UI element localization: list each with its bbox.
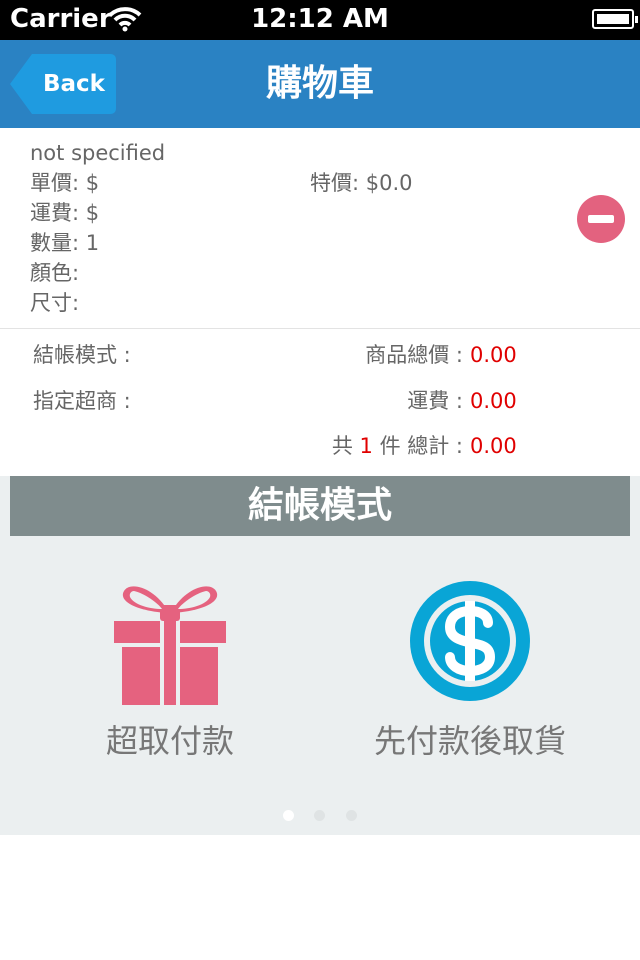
grand-total-value: 0.00 <box>470 434 517 458</box>
option-prepay[interactable]: 先付款後取貨 <box>350 581 590 760</box>
dollar-coin-icon <box>410 581 530 701</box>
checkout-mode-label: 結帳模式 : <box>33 343 131 367</box>
status-bar: Carrier 12:12 AM <box>0 0 640 40</box>
battery-icon <box>592 9 638 29</box>
item-quantity: 數量: 1 <box>30 231 100 255</box>
item-shipping: 運費: $ <box>30 201 100 225</box>
option-pickup-payment[interactable]: 超取付款 <box>70 581 270 760</box>
item-color: 顏色: <box>30 261 80 285</box>
count-prefix: 共 <box>331 434 353 458</box>
item-name: not specified <box>30 141 166 165</box>
remove-item-button[interactable] <box>577 195 625 243</box>
checkout-mode-panel: 結帳模式 超取付款 先付款後取貨 <box>0 476 640 835</box>
status-time: 12:12 AM <box>251 4 389 34</box>
item-count: 1 <box>359 434 373 458</box>
page-dot-1[interactable] <box>283 810 294 821</box>
cart-item: not specified 單價: $ 特價: $0.0 運費: $ 數量: 1… <box>0 128 640 328</box>
item-special-price: 特價: $0.0 <box>310 171 413 195</box>
item-unit-price: 單價: $ <box>30 171 100 195</box>
navigation-bar: 購物車 Back <box>0 40 640 128</box>
gift-icon <box>114 586 226 705</box>
option-pickup-payment-label: 超取付款 <box>105 722 234 760</box>
goods-total-value: 0.00 <box>470 343 517 367</box>
count-suffix: 件 總計 : <box>379 434 463 458</box>
shipping-label: 運費 : <box>407 389 463 413</box>
page-indicator[interactable] <box>0 810 640 822</box>
store-label: 指定超商 : <box>33 389 131 413</box>
back-button[interactable]: Back <box>10 54 116 114</box>
goods-total-label: 商品總價 : <box>365 343 463 367</box>
order-summary: 結帳模式 : 指定超商 : 商品總價 : 0.00 運費 : 0.00 共 1 … <box>0 329 640 476</box>
shipping-value: 0.00 <box>470 389 517 413</box>
checkout-mode-header: 結帳模式 <box>10 476 630 536</box>
item-size: 尺寸: <box>30 291 80 315</box>
option-prepay-label: 先付款後取貨 <box>373 722 566 760</box>
page-dot-2[interactable] <box>314 810 325 821</box>
page-dot-3[interactable] <box>346 810 357 821</box>
item-count-total: 共 1 件 總計 : <box>332 431 463 461</box>
back-button-label: Back <box>43 71 105 97</box>
